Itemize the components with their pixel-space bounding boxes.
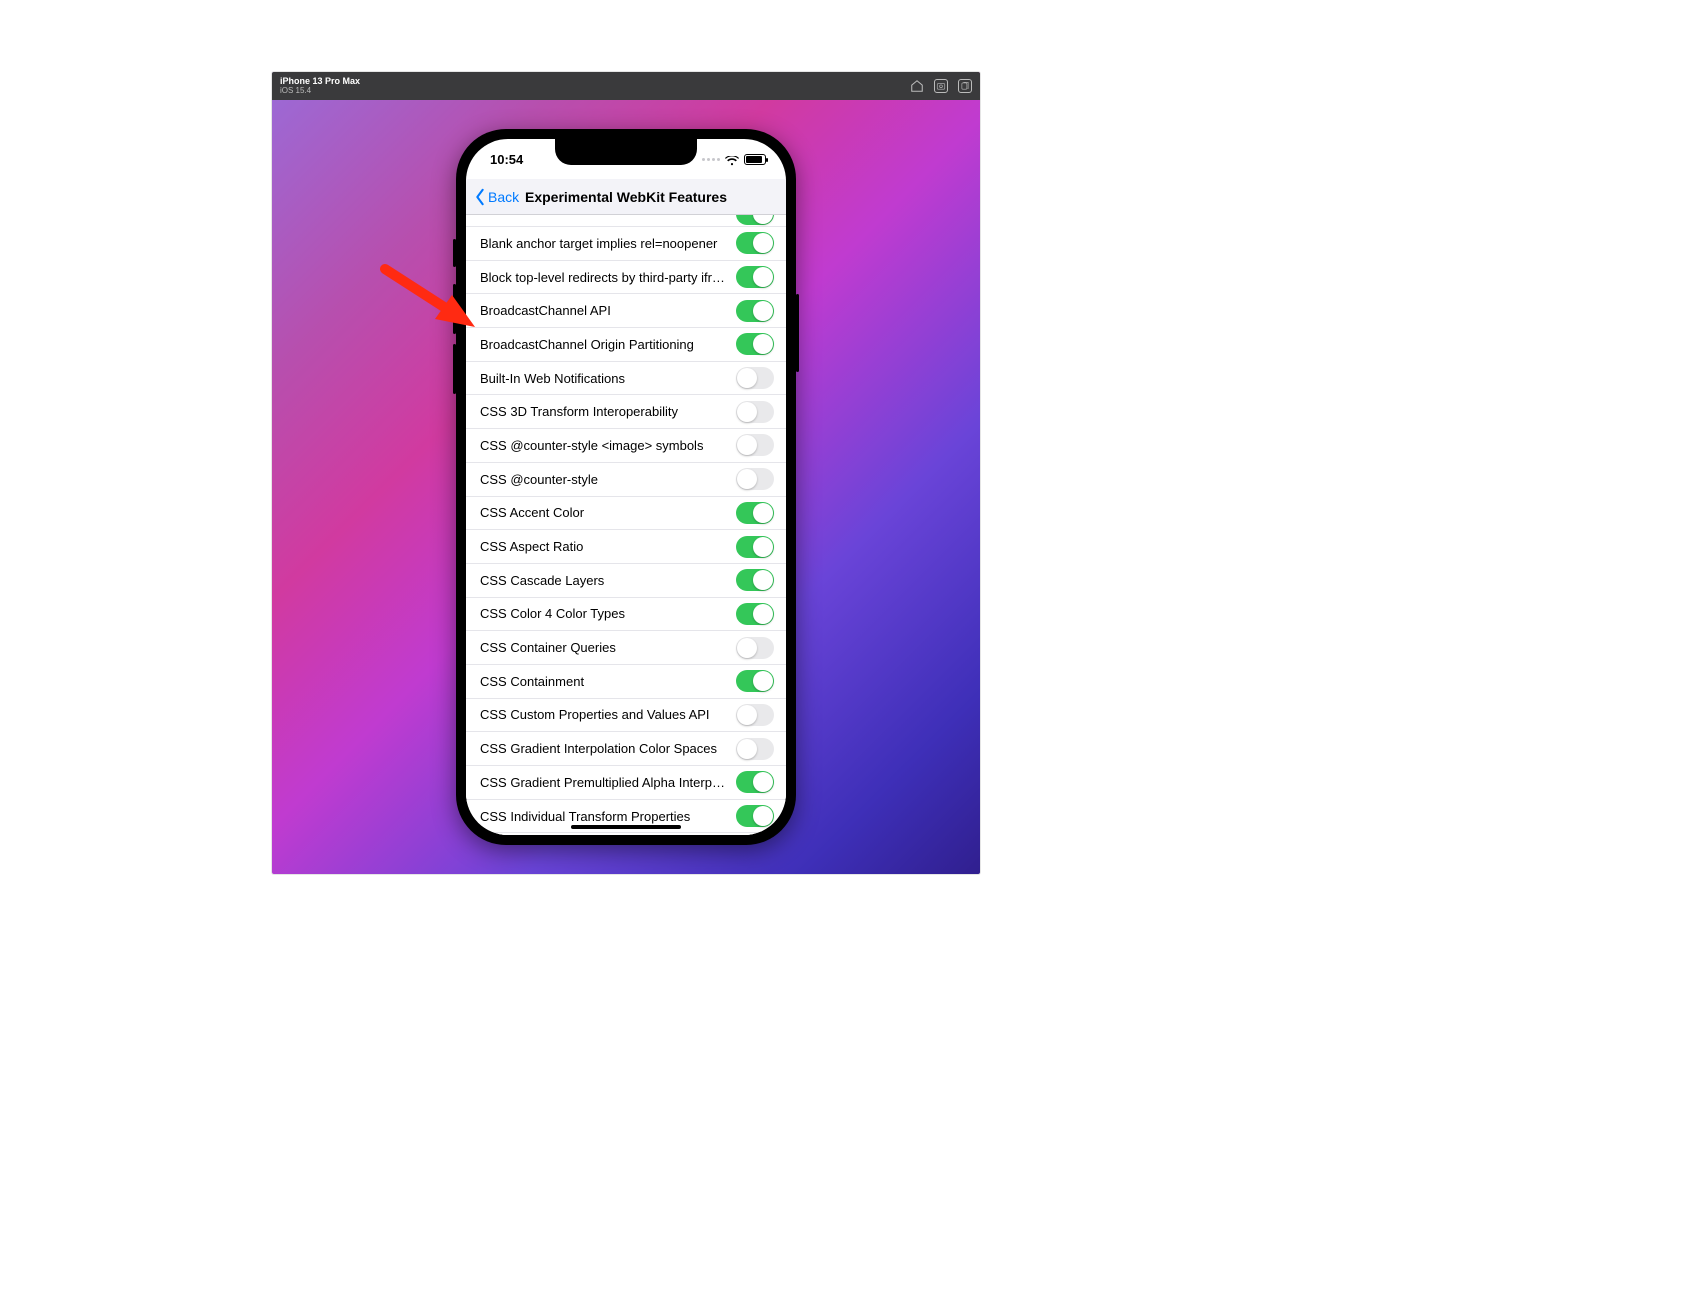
list-item: BroadcastChannel API xyxy=(466,294,786,328)
toggle-switch[interactable] xyxy=(736,603,774,625)
list-item: BroadcastChannel Origin Partitioning xyxy=(466,328,786,362)
feature-label: CSS Color 4 Color Types xyxy=(480,606,736,621)
toggle-switch[interactable] xyxy=(736,771,774,793)
list-item: CSS Containment xyxy=(466,665,786,699)
feature-label: CSS @counter-style xyxy=(480,472,736,487)
feature-label: CSS Aspect Ratio xyxy=(480,539,736,554)
feature-label: CSS Container Queries xyxy=(480,640,736,655)
battery-icon xyxy=(744,154,766,165)
list-item: Built-In Web Notifications xyxy=(466,362,786,396)
list-item: CSS Accent Color xyxy=(466,497,786,531)
list-item xyxy=(466,215,786,227)
list-item: CSS @counter-style xyxy=(466,463,786,497)
notch xyxy=(555,139,697,165)
feature-list[interactable]: Blank anchor target implies rel=noopener… xyxy=(466,215,786,835)
toggle-switch[interactable] xyxy=(736,266,774,288)
feature-label: CSS Gradient Interpolation Color Spaces xyxy=(480,741,736,756)
list-item: Block top-level redirects by third-party… xyxy=(466,261,786,295)
feature-label: CSS @counter-style <image> symbols xyxy=(480,438,736,453)
feature-label: BroadcastChannel API xyxy=(480,303,736,318)
feature-label: CSS Individual Transform Properties xyxy=(480,809,736,824)
toggle-switch[interactable] xyxy=(736,333,774,355)
copy-icon[interactable] xyxy=(958,79,972,93)
list-item: CSS 3D Transform Interoperability xyxy=(466,395,786,429)
back-button[interactable]: Back xyxy=(474,188,519,206)
toggle-switch[interactable] xyxy=(736,215,774,225)
phone-screen: 10:54 Back Experimental WebKit Features xyxy=(466,139,786,835)
phone-frame: 10:54 Back Experimental WebKit Features xyxy=(456,129,796,845)
feature-label: CSS Custom Properties and Values API xyxy=(480,707,736,722)
feature-label: CSS 3D Transform Interoperability xyxy=(480,404,736,419)
simulator-window: iPhone 13 Pro Max iOS 15.4 10:54 xyxy=(272,72,980,874)
list-item: CSS Container Queries xyxy=(466,631,786,665)
list-item: CSS Motion Path xyxy=(466,833,786,835)
back-label: Back xyxy=(488,189,519,205)
toggle-switch[interactable] xyxy=(736,536,774,558)
home-icon[interactable] xyxy=(910,79,924,93)
feature-label: Block top-level redirects by third-party… xyxy=(480,270,736,285)
toggle-switch[interactable] xyxy=(736,300,774,322)
toggle-switch[interactable] xyxy=(736,468,774,490)
toggle-switch[interactable] xyxy=(736,670,774,692)
list-item: CSS Custom Properties and Values API xyxy=(466,699,786,733)
toggle-switch[interactable] xyxy=(736,401,774,423)
feature-label: Blank anchor target implies rel=noopener xyxy=(480,236,736,251)
toggle-switch[interactable] xyxy=(736,569,774,591)
os-version: iOS 15.4 xyxy=(280,87,360,96)
list-item: Blank anchor target implies rel=noopener xyxy=(466,227,786,261)
toggle-switch[interactable] xyxy=(736,367,774,389)
list-item: CSS Cascade Layers xyxy=(466,564,786,598)
toggle-switch[interactable] xyxy=(736,704,774,726)
list-item: CSS Gradient Premultiplied Alpha Interpo… xyxy=(466,766,786,800)
feature-label: BroadcastChannel Origin Partitioning xyxy=(480,337,736,352)
list-item: CSS @counter-style <image> symbols xyxy=(466,429,786,463)
toggle-switch[interactable] xyxy=(736,502,774,524)
list-item: CSS Aspect Ratio xyxy=(466,530,786,564)
feature-label: CSS Cascade Layers xyxy=(480,573,736,588)
screenshot-icon[interactable] xyxy=(934,79,948,93)
nav-header: Back Experimental WebKit Features xyxy=(466,179,786,215)
toggle-switch[interactable] xyxy=(736,637,774,659)
toggle-switch[interactable] xyxy=(736,805,774,827)
toggle-switch[interactable] xyxy=(736,232,774,254)
cellular-icon xyxy=(702,158,720,161)
toggle-switch[interactable] xyxy=(736,434,774,456)
home-indicator[interactable] xyxy=(571,825,681,829)
status-time: 10:54 xyxy=(490,152,523,167)
wifi-icon xyxy=(725,154,739,164)
feature-label: Built-In Web Notifications xyxy=(480,371,736,386)
feature-label: CSS Gradient Premultiplied Alpha Interpo… xyxy=(480,775,736,790)
list-item: CSS Color 4 Color Types xyxy=(466,598,786,632)
list-item: CSS Gradient Interpolation Color Spaces xyxy=(466,732,786,766)
feature-label: CSS Accent Color xyxy=(480,505,736,520)
simulator-titlebar: iPhone 13 Pro Max iOS 15.4 xyxy=(272,72,980,100)
toggle-switch[interactable] xyxy=(736,738,774,760)
feature-label: CSS Containment xyxy=(480,674,736,689)
